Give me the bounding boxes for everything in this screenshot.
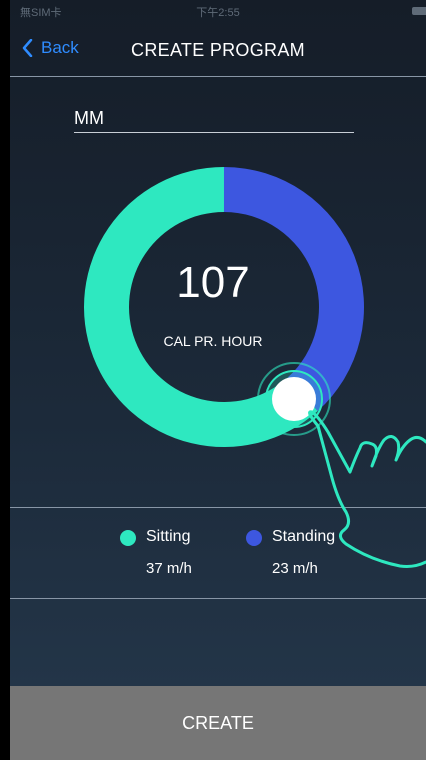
sitting-color-dot — [120, 530, 136, 546]
create-button[interactable]: CREATE — [10, 686, 426, 760]
legend-name-sitting: Sitting — [146, 528, 191, 545]
legend-value-standing: 23 m/h — [272, 560, 318, 577]
standing-color-dot — [246, 530, 262, 546]
drag-handle[interactable] — [272, 377, 316, 421]
calories-unit-label: CAL PR. HOUR — [163, 333, 263, 349]
calories-value: 107 — [176, 258, 250, 307]
legend: Sitting 37 m/h Standing 23 m/h — [10, 507, 426, 599]
legend-name-standing: Standing — [272, 528, 336, 545]
legend-value-sitting: 37 m/h — [146, 560, 192, 577]
activity-donut-chart[interactable] — [0, 0, 426, 760]
